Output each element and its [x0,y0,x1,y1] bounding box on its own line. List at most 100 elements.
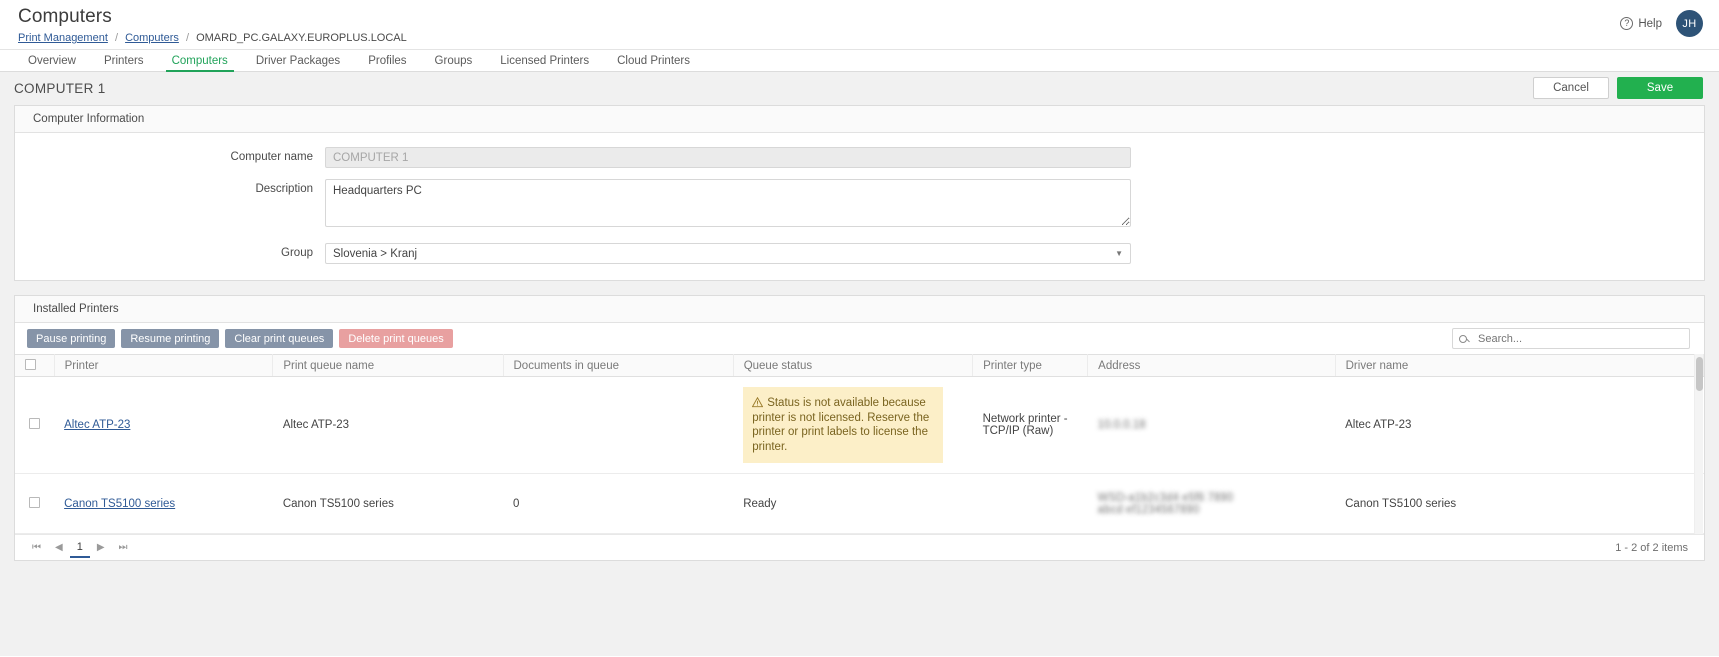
first-page-button[interactable]: ⏮ [25,542,48,553]
status-warning-text: Status is not available because printer … [752,397,929,453]
pause-printing-button[interactable]: Pause printing [27,329,115,348]
cell-printer-type [973,474,1088,534]
help-button[interactable]: ? Help [1620,17,1662,30]
table-row: Canon TS5100 series Canon TS5100 series … [15,474,1704,534]
row-select-cell [15,474,54,534]
computer-name-label: Computer name [15,147,325,168]
tab-licensed-printers[interactable]: Licensed Printers [486,50,603,71]
page-content: COMPUTER 1 Cancel Save Computer Informat… [0,72,1719,656]
row-checkbox[interactable] [29,497,40,508]
column-driver-name[interactable]: Driver name [1335,355,1703,377]
cell-print-queue-name: Altec ATP-23 [273,377,503,474]
row-select-cell [15,377,54,474]
printers-toolbar: Pause printing Resume printing Clear pri… [15,323,1704,354]
column-print-queue-name[interactable]: Print queue name [273,355,503,377]
warning-triangle-icon [752,397,763,408]
column-queue-status[interactable]: Queue status [733,355,972,377]
computer-name-field-wrap [325,147,1131,168]
breadcrumb-separator: / [115,32,118,44]
tab-computers[interactable]: Computers [158,50,242,71]
tab-cloud-printers[interactable]: Cloud Printers [603,50,704,71]
cell-print-queue-name: Canon TS5100 series [273,474,503,534]
computer-name-input [325,147,1131,168]
search-box[interactable] [1452,328,1690,349]
cell-address: 10.0.0.18 [1088,377,1335,474]
search-input[interactable] [1476,332,1683,346]
page-title: Computers [18,6,1719,28]
cell-printer: Canon TS5100 series [54,474,273,534]
search-icon [1459,335,1467,343]
group-field-wrap: ▼ [325,243,1131,264]
breadcrumb: Print Management / Computers / OMARD_PC.… [18,31,1719,45]
printer-link[interactable]: Canon TS5100 series [64,498,175,510]
pager-info: 1 - 2 of 2 items [1615,542,1688,554]
table-row: Altec ATP-23 Altec ATP-23 Status is not … [15,377,1704,474]
page-number-1[interactable]: 1 [70,538,90,558]
address-redacted: 10.0.0.18 [1098,419,1146,431]
select-all-checkbox[interactable] [25,359,36,370]
computer-information-title: Computer Information [15,106,1704,133]
clear-print-queues-button[interactable]: Clear print queues [225,329,333,348]
column-documents-in-queue[interactable]: Documents in queue [503,355,733,377]
tab-groups[interactable]: Groups [421,50,487,71]
resume-printing-button[interactable]: Resume printing [121,329,219,348]
printer-link[interactable]: Altec ATP-23 [64,419,130,431]
breadcrumb-link-print-management[interactable]: Print Management [18,32,108,44]
installed-printers-title: Installed Printers [15,296,1704,323]
form-actions: Cancel Save [1533,77,1703,99]
tab-overview[interactable]: Overview [14,50,90,71]
installed-printers-panel: Installed Printers Pause printing Resume… [14,295,1705,561]
record-title: COMPUTER 1 [14,81,106,96]
tab-driver-packages[interactable]: Driver Packages [242,50,354,71]
row-checkbox[interactable] [29,418,40,429]
scrollbar-thumb[interactable] [1696,357,1703,391]
cell-documents-in-queue [503,377,733,474]
table-pager: ⏮ ◀ 1 ▶ ⏭ 1 - 2 of 2 items [15,534,1704,560]
printers-table-wrap: Printer Print queue name Documents in qu… [15,354,1704,534]
cell-printer: Altec ATP-23 [54,377,273,474]
tab-profiles[interactable]: Profiles [354,50,420,71]
next-page-button[interactable]: ▶ [90,542,112,553]
status-warning-box: Status is not available because printer … [743,387,943,463]
column-printer-type[interactable]: Printer type [973,355,1088,377]
column-printer[interactable]: Printer [54,355,273,377]
description-textarea[interactable] [325,179,1131,227]
cell-queue-status: Ready [733,474,972,534]
breadcrumb-separator: / [186,32,189,44]
cell-driver-name: Altec ATP-23 [1335,377,1703,474]
cell-documents-in-queue: 0 [503,474,733,534]
group-select[interactable] [325,243,1131,264]
save-button[interactable]: Save [1617,77,1703,99]
breadcrumb-link-computers[interactable]: Computers [125,32,179,44]
breadcrumb-current: OMARD_PC.GALAXY.EUROPLUS.LOCAL [196,32,407,44]
cell-printer-type: Network printer - TCP/IP (Raw) [973,377,1088,474]
cell-queue-status: Status is not available because printer … [733,377,972,474]
main-tabs: Overview Printers Computers Driver Packa… [0,49,1719,72]
description-row: Description [15,179,1704,232]
table-vertical-scrollbar[interactable] [1694,354,1703,534]
group-label: Group [15,243,325,264]
app-header: Computers Print Management / Computers /… [0,0,1719,49]
question-circle-icon: ? [1620,17,1633,30]
avatar[interactable]: JH [1676,10,1703,37]
table-header-row: Printer Print queue name Documents in qu… [15,355,1704,377]
cell-address: WSD-a1b2c3d4 e5f6 7890abcd ef1234567890 [1088,474,1335,534]
computer-information-body: Computer name Description Group ▼ [15,133,1704,280]
last-page-button[interactable]: ⏭ [112,542,135,553]
tab-printers[interactable]: Printers [90,50,158,71]
header-actions: ? Help JH [1620,10,1703,37]
select-all-header [15,355,54,377]
cancel-button[interactable]: Cancel [1533,77,1609,99]
description-field-wrap [325,179,1131,232]
delete-print-queues-button[interactable]: Delete print queues [339,329,452,348]
computer-information-panel: Computer Information Computer name Descr… [14,105,1705,281]
computer-name-row: Computer name [15,147,1704,168]
column-address[interactable]: Address [1088,355,1335,377]
printers-table: Printer Print queue name Documents in qu… [15,354,1704,534]
help-label: Help [1638,18,1662,30]
previous-page-button[interactable]: ◀ [48,542,70,553]
group-row: Group ▼ [15,243,1704,264]
record-title-row: COMPUTER 1 Cancel Save [0,72,1719,105]
description-label: Description [15,179,325,200]
cell-driver-name: Canon TS5100 series [1335,474,1703,534]
